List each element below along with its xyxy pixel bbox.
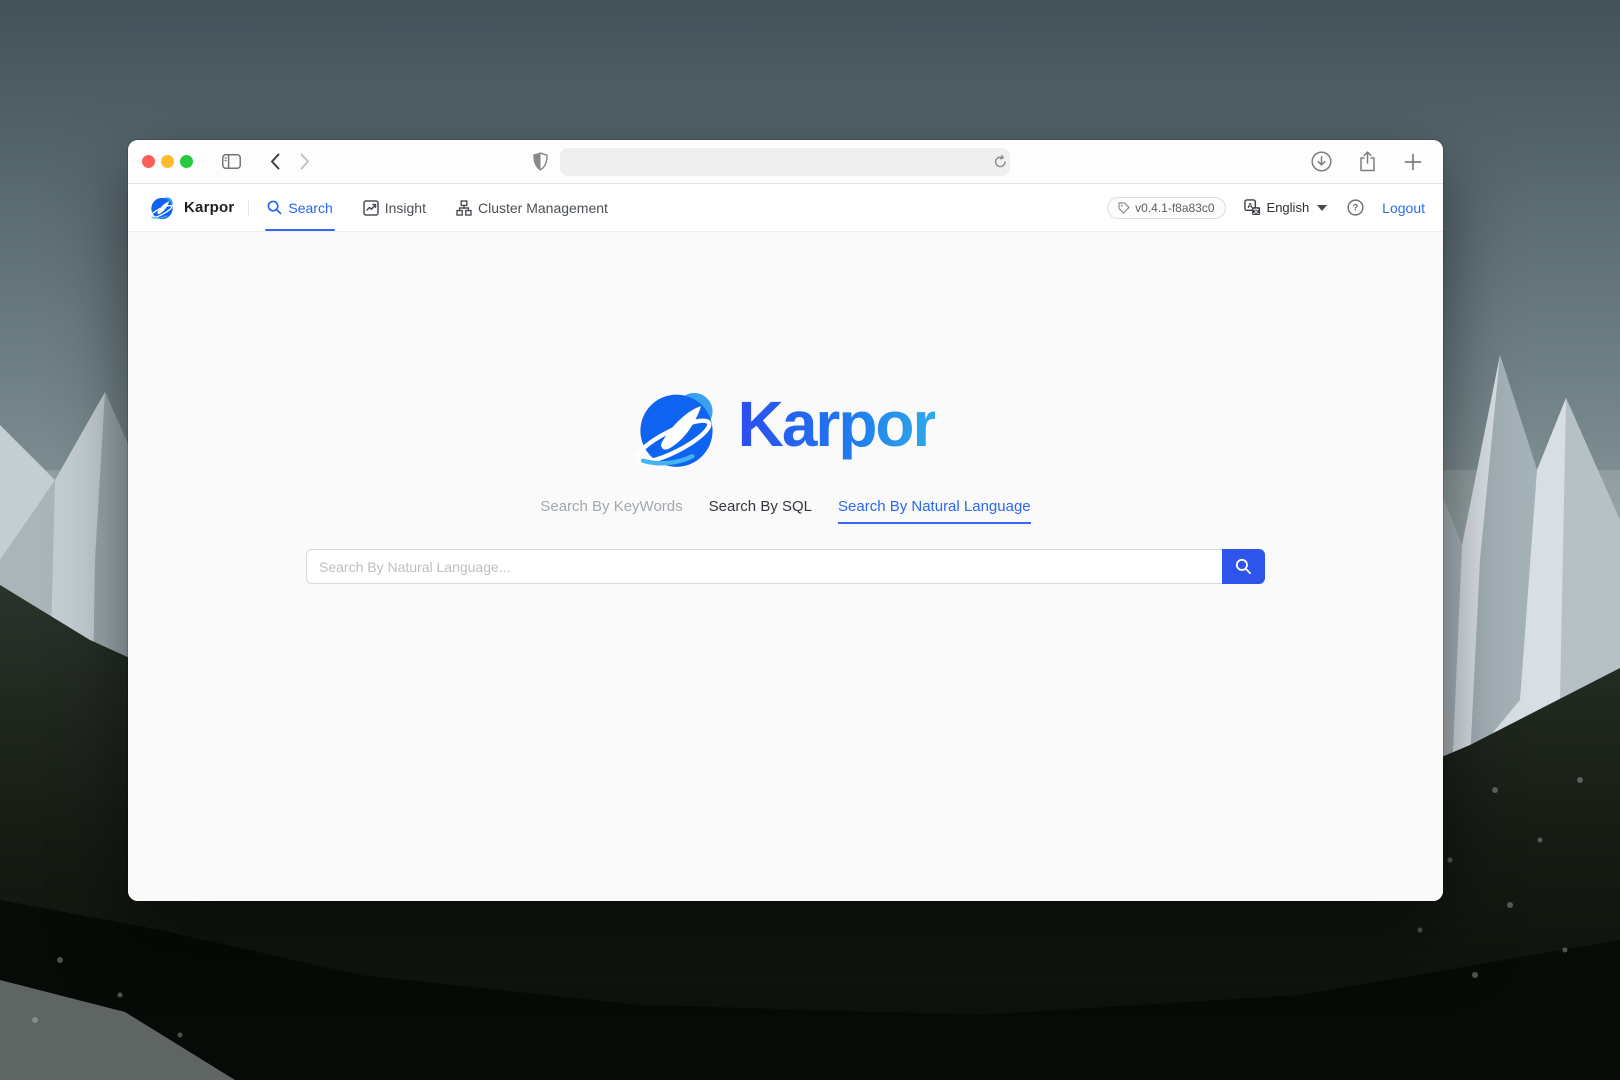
close-window-button[interactable] [142, 155, 155, 168]
main-content: Karpor Search By KeyWords Search By SQL … [128, 232, 1443, 901]
logout-link[interactable]: Logout [1382, 200, 1425, 216]
nav-item-label: Search [288, 200, 332, 216]
search-icon [1235, 558, 1252, 575]
traffic-lights [142, 155, 193, 168]
hero-logo-text: Karpor [738, 392, 936, 466]
search-button[interactable] [1222, 549, 1265, 584]
address-bar[interactable] [560, 148, 1010, 176]
minimize-window-button[interactable] [161, 155, 174, 168]
search-input[interactable] [306, 549, 1222, 584]
insight-icon [363, 200, 379, 216]
hero-logo: Karpor [636, 384, 936, 474]
language-selector[interactable]: A 文 English [1244, 199, 1328, 216]
share-icon[interactable] [1353, 148, 1381, 176]
downloads-icon[interactable] [1307, 148, 1335, 176]
tab-search-by-sql[interactable]: Search By SQL [709, 498, 812, 524]
new-tab-icon[interactable] [1399, 148, 1427, 176]
tab-search-by-keywords[interactable]: Search By KeyWords [540, 498, 682, 524]
cluster-icon [456, 200, 472, 216]
back-icon[interactable] [261, 148, 289, 176]
nav-item-search[interactable]: Search [265, 184, 334, 231]
app-navbar: Karpor Search Insight Cluster Management… [128, 184, 1443, 232]
version-badge: v0.4.1-f8a83c0 [1107, 197, 1225, 219]
brand: Karpor [150, 195, 234, 221]
forward-icon[interactable] [291, 148, 319, 176]
help-button[interactable]: ? [1347, 199, 1364, 216]
nav-item-insight[interactable]: Insight [361, 184, 428, 231]
karpor-logo-icon-large [636, 384, 724, 474]
svg-text:?: ? [1353, 203, 1359, 214]
search-mode-tabs: Search By KeyWords Search By SQL Search … [540, 498, 1030, 524]
shield-icon[interactable] [526, 148, 554, 176]
svg-text:文: 文 [1253, 207, 1260, 215]
tab-search-by-natural-language[interactable]: Search By Natural Language [838, 498, 1031, 524]
reload-icon[interactable] [986, 148, 1014, 176]
karpor-logo-icon [150, 195, 176, 221]
search-bar [306, 549, 1265, 584]
nav-item-cluster-management[interactable]: Cluster Management [454, 184, 610, 231]
browser-window: Karpor Search Insight Cluster Management… [128, 140, 1443, 901]
nav-item-label: Insight [385, 200, 426, 216]
tag-icon [1118, 202, 1130, 214]
language-label: English [1267, 200, 1310, 215]
nav-item-label: Cluster Management [478, 200, 608, 216]
question-circle-icon: ? [1347, 199, 1364, 216]
translate-icon: A 文 [1244, 199, 1261, 216]
search-icon [267, 200, 282, 215]
browser-toolbar [128, 140, 1443, 184]
sidebar-toggle-icon[interactable] [217, 148, 245, 176]
active-nav-underline [265, 229, 334, 232]
zoom-window-button[interactable] [180, 155, 193, 168]
chevron-down-icon [1317, 205, 1327, 211]
divider [248, 200, 249, 216]
brand-name: Karpor [184, 199, 234, 216]
version-label: v0.4.1-f8a83c0 [1135, 201, 1214, 215]
